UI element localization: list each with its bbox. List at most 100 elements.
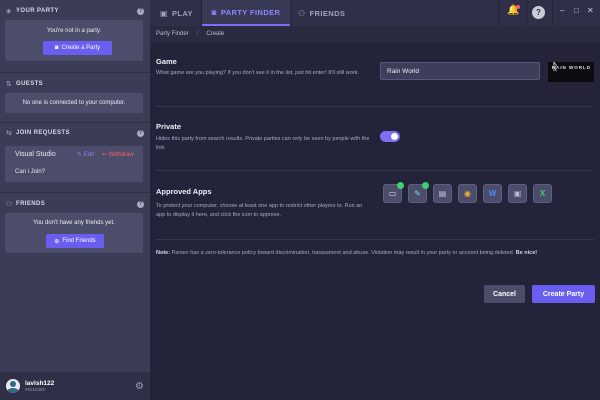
divider <box>0 192 150 193</box>
window-app-icon[interactable]: ▭ <box>383 182 404 203</box>
withdraw-request-button[interactable]: ⇐ Withdraw <box>102 151 134 158</box>
create-party-submit-button[interactable]: Create Party <box>532 285 595 303</box>
find-friends-label: Find Friends <box>62 238 96 244</box>
word-app-icon[interactable]: W <box>483 184 502 203</box>
game-logo-icon: ᚱ <box>552 62 559 73</box>
help-icon[interactable]: ? <box>137 200 144 208</box>
pencil-icon: ✎ <box>77 152 84 158</box>
guests-status-text: No one is connected to your computer. <box>22 99 126 106</box>
controller-icon: ◙ <box>211 7 217 17</box>
app-glyph: ◉ <box>464 189 471 198</box>
breadcrumb: Party Finder / Create <box>150 26 600 42</box>
request-message: Can i Join? <box>15 169 46 175</box>
guests-header: ⇅ GUESTS <box>0 77 150 91</box>
approved-check-icon <box>422 182 429 189</box>
help-icon[interactable]: ? <box>532 6 545 19</box>
create-party-label: Create a Party <box>61 45 101 51</box>
withdraw-label: Withdraw <box>108 152 134 158</box>
monitor-app-icon[interactable]: ▣ <box>508 184 527 203</box>
maximize-button[interactable]: □ <box>574 6 579 15</box>
tab-divider <box>498 0 499 26</box>
guests-card: No one is connected to your computer. <box>5 93 143 113</box>
tab-play-label: PLAY <box>171 8 193 18</box>
tab-divider <box>290 0 291 26</box>
private-description: Hides this party from search results. Pr… <box>156 136 370 151</box>
sidebar: ◈ YOUR PARTY ? You're not in a party. ◙ … <box>0 0 150 400</box>
tab-friends-label: FRIENDS <box>309 8 346 18</box>
top-bar: ▣ PLAY ◙ PARTY FINDER ⚇ FRIENDS 🔔 ? – □ … <box>150 0 600 26</box>
add-user-icon: ⊕ <box>54 238 60 245</box>
close-button[interactable]: ✕ <box>587 6 594 15</box>
private-toggle[interactable] <box>380 131 400 142</box>
user-tag: #5016389 <box>25 387 46 392</box>
find-friends-button[interactable]: ⊕ Find Friends <box>46 234 104 248</box>
controller-icon: ◙ <box>54 45 59 51</box>
cancel-button[interactable]: Cancel <box>484 285 525 303</box>
tab-divider <box>552 0 553 26</box>
edit-label: Edit <box>83 152 95 158</box>
private-title: Private <box>156 122 182 131</box>
party-status-text: You're not in a party. <box>46 28 102 34</box>
friends-header: ⚇ FRIENDS ? <box>0 197 150 211</box>
breadcrumb-separator: / <box>196 31 199 37</box>
divider <box>156 106 594 107</box>
app-glyph: X <box>539 189 546 198</box>
create-party-form: Game What game are you playing? If you d… <box>150 42 600 400</box>
help-icon[interactable]: ? <box>137 129 144 137</box>
approved-apps-title: Approved Apps <box>156 187 212 196</box>
note-label: Note: <box>156 250 171 256</box>
avatar[interactable] <box>6 379 20 393</box>
tab-divider <box>526 0 527 26</box>
your-party-card: You're not in a party. ◙ Create a Party <box>5 20 143 61</box>
note-emphasis: Be nice! <box>515 250 538 256</box>
note-text: Parsec has a zero-tolerance policy towar… <box>171 250 515 256</box>
approved-apps-description: To protect your computer, choose at leas… <box>156 203 363 218</box>
game-description: What game are you playing? If you don't … <box>156 70 359 76</box>
edit-request-button[interactable]: ✎ Edit <box>77 151 94 158</box>
people-icon: ⚇ <box>298 8 306 18</box>
create-party-button[interactable]: ◙ Create a Party <box>43 41 112 55</box>
breadcrumb-parent[interactable]: Party Finder <box>156 31 189 37</box>
join-requests-title: JOIN REQUESTS <box>16 130 70 136</box>
game-title: Game <box>156 57 177 66</box>
paint-app-icon[interactable]: ✎ <box>408 182 429 203</box>
app-glyph: ▭ <box>388 189 397 198</box>
game-input[interactable] <box>380 62 540 80</box>
divider <box>0 122 150 123</box>
friends-status-text: You don't have any friends yet. <box>33 220 115 226</box>
guests-icon: ⇅ <box>6 81 12 88</box>
app-glyph: ▤ <box>438 189 447 198</box>
tab-play[interactable]: ▣ PLAY <box>158 0 195 26</box>
tab-party-finder[interactable]: ◙ PARTY FINDER <box>202 0 290 26</box>
minimize-button[interactable]: – <box>560 6 564 15</box>
request-icon: ⇆ <box>6 130 12 137</box>
policy-note: Note: Parsec has a zero-tolerance policy… <box>156 250 596 256</box>
friends-card: You don't have any friends yet. ⊕ Find F… <box>5 213 143 253</box>
gear-icon[interactable]: ⚙ <box>135 381 144 392</box>
join-requests-header: ⇆ JOIN REQUESTS ? <box>0 126 150 140</box>
approved-check-icon <box>397 182 404 189</box>
friends-icon: ⚇ <box>6 201 13 208</box>
tab-party-finder-label: PARTY FINDER <box>220 7 281 17</box>
divider <box>0 72 150 73</box>
user-bar: lavish122 #5016389 ⚙ <box>0 372 150 400</box>
withdraw-icon: ⇐ <box>102 152 109 158</box>
approved-apps-list: ▭ ✎ ▤ ◉ W ▣ X <box>383 182 552 203</box>
your-party-title: YOUR PARTY <box>16 8 59 14</box>
your-party-header: ◈ YOUR PARTY ? <box>0 4 150 18</box>
divider <box>156 170 594 171</box>
request-name: Visual Studio <box>15 151 56 158</box>
divider <box>156 239 594 240</box>
excel-app-icon[interactable]: X <box>533 184 552 203</box>
party-icon: ◈ <box>6 8 12 15</box>
user-info: lavish122 #5016389 <box>25 380 135 392</box>
help-icon[interactable]: ? <box>137 7 144 15</box>
friends-title: FRIENDS <box>16 201 46 207</box>
guests-title: GUESTS <box>16 81 44 87</box>
chrome-app-icon[interactable]: ◉ <box>458 184 477 203</box>
document-app-icon[interactable]: ▤ <box>433 184 452 203</box>
breadcrumb-current: Create <box>206 31 225 37</box>
tab-friends[interactable]: ⚇ FRIENDS <box>298 0 345 26</box>
app-glyph: ✎ <box>414 189 421 198</box>
user-name: lavish122 <box>25 380 55 387</box>
